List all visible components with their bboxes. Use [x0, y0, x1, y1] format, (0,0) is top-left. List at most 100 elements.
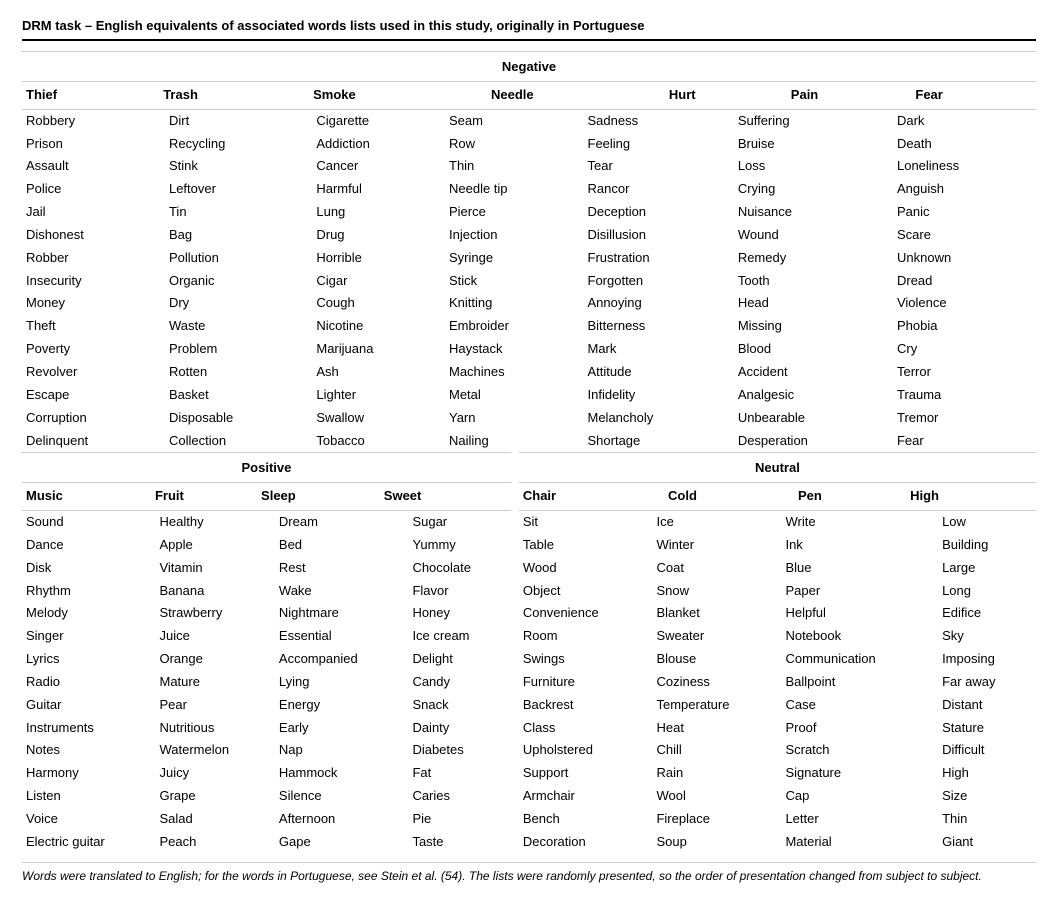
table-cell: Theft: [22, 315, 165, 338]
table-row: ObjectSnowPaperLong: [519, 580, 1036, 603]
table-row: SwingsBlouseCommunicationImposing: [519, 648, 1036, 671]
col-header-sweet: Sweet: [380, 483, 511, 511]
table-cell: Cigarette: [312, 110, 445, 133]
table-cell: Metal: [445, 384, 584, 407]
table-cell: Ash: [312, 361, 445, 384]
table-cell: Disposable: [165, 407, 312, 430]
table-cell: Revolver: [22, 361, 165, 384]
table-cell: Collection: [165, 430, 312, 453]
table-cell: Cigar: [312, 270, 445, 293]
table-cell: Electric guitar: [22, 831, 155, 854]
table-cell: Delinquent: [22, 430, 165, 453]
table-row: AssaultStinkCancerThinTearLossLoneliness: [22, 155, 1036, 178]
table-row: DecorationSoupMaterialGiant: [519, 831, 1036, 854]
table-cell: Disk: [22, 557, 155, 580]
table-cell: Afternoon: [275, 808, 409, 831]
table-cell: Singer: [22, 625, 155, 648]
table-cell: Watermelon: [155, 739, 274, 762]
table-cell: Disillusion: [584, 224, 734, 247]
col-header-high: High: [906, 483, 1036, 511]
positive-col-headers: Music Fruit Sleep Sweet: [22, 483, 511, 511]
table-cell: Robbery: [22, 110, 165, 133]
table-row: SitIceWriteLow: [519, 511, 1036, 534]
neutral-label: Neutral: [519, 453, 1036, 483]
table-cell: Giant: [938, 831, 1036, 854]
table-cell: Feeling: [584, 133, 734, 156]
table-cell: Lung: [312, 201, 445, 224]
table-cell: Sky: [938, 625, 1036, 648]
table-cell: Thin: [445, 155, 584, 178]
table-cell: Syringe: [445, 247, 584, 270]
table-row: RhythmBananaWakeFlavor: [22, 580, 511, 603]
table-row: NotesWatermelonNapDiabetes: [22, 739, 511, 762]
table-cell: Long: [938, 580, 1036, 603]
positive-section: Positive Music Fruit Sleep Sweet SoundHe…: [22, 452, 519, 853]
table-cell: Blue: [781, 557, 938, 580]
table-cell: Machines: [445, 361, 584, 384]
table-cell: Vitamin: [155, 557, 274, 580]
table-cell: Panic: [893, 201, 1036, 224]
table-cell: Bruise: [734, 133, 893, 156]
table-cell: Violence: [893, 292, 1036, 315]
table-cell: Notebook: [781, 625, 938, 648]
table-cell: Missing: [734, 315, 893, 338]
table-cell: Needle tip: [445, 178, 584, 201]
table-cell: Recycling: [165, 133, 312, 156]
table-cell: Knitting: [445, 292, 584, 315]
positive-label: Positive: [22, 453, 511, 483]
table-cell: High: [938, 762, 1036, 785]
col-header-fruit: Fruit: [151, 483, 257, 511]
table-cell: Stature: [938, 717, 1036, 740]
table-row: DanceAppleBedYummy: [22, 534, 511, 557]
table-cell: Tear: [584, 155, 734, 178]
table-cell: Heat: [652, 717, 781, 740]
table-row: TableWinterInkBuilding: [519, 534, 1036, 557]
col-header-pain: Pain: [787, 81, 912, 109]
table-cell: Haystack: [445, 338, 584, 361]
positive-table: Positive Music Fruit Sleep Sweet: [22, 452, 511, 511]
table-cell: Swings: [519, 648, 653, 671]
table-row: VoiceSaladAfternoonPie: [22, 808, 511, 831]
table-cell: Harmony: [22, 762, 155, 785]
table-cell: Bench: [519, 808, 653, 831]
table-cell: Delight: [408, 648, 510, 671]
table-cell: Death: [893, 133, 1036, 156]
table-cell: Table: [519, 534, 653, 557]
col-header-pen: Pen: [794, 483, 906, 511]
table-cell: Proof: [781, 717, 938, 740]
table-cell: Convenience: [519, 602, 653, 625]
neutral-section-header: Neutral: [519, 453, 1036, 483]
neutral-col-headers: Chair Cold Pen High: [519, 483, 1036, 511]
table-row: DelinquentCollectionTobaccoNailingShorta…: [22, 430, 1036, 453]
positive-data-table: SoundHealthyDreamSugarDanceAppleBedYummy…: [22, 511, 511, 854]
table-cell: Tooth: [734, 270, 893, 293]
table-cell: Unbearable: [734, 407, 893, 430]
table-cell: Horrible: [312, 247, 445, 270]
table-cell: Desperation: [734, 430, 893, 453]
table-cell: Orange: [155, 648, 274, 671]
table-cell: Candy: [408, 671, 510, 694]
table-cell: Rancor: [584, 178, 734, 201]
table-cell: Dainty: [408, 717, 510, 740]
table-cell: Signature: [781, 762, 938, 785]
table-cell: Terror: [893, 361, 1036, 384]
table-cell: Embroider: [445, 315, 584, 338]
table-row: DiskVitaminRestChocolate: [22, 557, 511, 580]
table-cell: Anguish: [893, 178, 1036, 201]
col-header-chair: Chair: [519, 483, 664, 511]
positive-section-header: Positive: [22, 453, 511, 483]
table-cell: Waste: [165, 315, 312, 338]
table-cell: Wool: [652, 785, 781, 808]
table-cell: Wake: [275, 580, 409, 603]
table-cell: Nightmare: [275, 602, 409, 625]
table-cell: Cough: [312, 292, 445, 315]
negative-section-header: Negative: [22, 52, 1036, 82]
table-cell: Sadness: [584, 110, 734, 133]
table-cell: Pollution: [165, 247, 312, 270]
table-cell: Diabetes: [408, 739, 510, 762]
table-cell: Hammock: [275, 762, 409, 785]
table-cell: Tremor: [893, 407, 1036, 430]
table-row: BackrestTemperatureCaseDistant: [519, 694, 1036, 717]
table-cell: Write: [781, 511, 938, 534]
table-cell: Nailing: [445, 430, 584, 453]
